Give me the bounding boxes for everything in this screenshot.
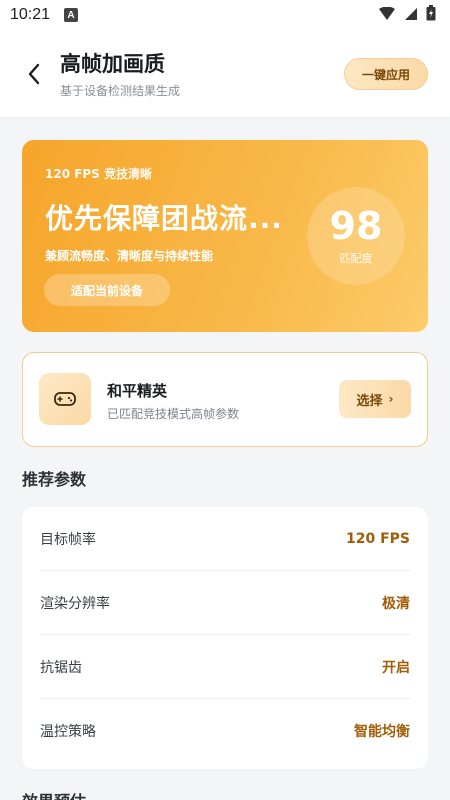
params-list: 目标帧率 120 FPS 渲染分辨率 极清 抗锯齿 开启 温控策略 智能均衡 <box>22 507 428 769</box>
match-score-badge: 98 匹配度 <box>307 187 405 285</box>
battery-icon <box>426 5 436 25</box>
wifi-icon <box>404 6 418 25</box>
back-button[interactable] <box>20 58 48 90</box>
one-click-apply-button[interactable]: 一键应用 <box>344 58 428 90</box>
param-row-antialiasing: 抗锯齿 开启 <box>40 635 410 699</box>
param-row-resolution: 渲染分辨率 极清 <box>40 571 410 635</box>
select-button-label: 选择 <box>356 393 383 409</box>
hero-tag: 120 FPS 竞技清晰 <box>45 167 153 181</box>
status-time: 10:21 <box>10 6 51 23</box>
chevron-left-icon <box>28 63 40 85</box>
gamepad-icon <box>39 373 91 425</box>
game-name: 和平精英 <box>107 382 168 400</box>
match-score-value: 98 <box>329 204 383 248</box>
param-key: 渲染分辨率 <box>40 595 110 612</box>
chevron-right-icon: › <box>388 392 394 406</box>
hero-card: 120 FPS 竞技清晰 优先保障团战流... 兼顾流畅度、清晰度与持续性能 适… <box>22 140 428 332</box>
param-value: 智能均衡 <box>354 724 410 740</box>
signal-icon <box>378 6 396 25</box>
notification-icon: A <box>64 8 79 22</box>
param-value: 120 FPS <box>345 530 410 547</box>
param-key: 目标帧率 <box>40 531 96 548</box>
effect-section-title: 效果预估 <box>22 788 86 800</box>
game-description: 已匹配竞技模式高帧参数 <box>107 407 240 421</box>
page-subtitle: 基于设备检测结果生成 <box>60 84 181 98</box>
select-game-button[interactable]: 选择 › <box>339 380 411 418</box>
param-value: 开启 <box>382 659 410 676</box>
hero-title: 优先保障团战流... <box>45 202 283 235</box>
match-score-label: 匹配度 <box>339 252 373 265</box>
page-header: 高帧加画质 基于设备检测结果生成 一键应用 <box>0 30 450 118</box>
hero-description: 兼顾流畅度、清晰度与持续性能 <box>45 249 214 263</box>
page-title: 高帧加画质 <box>60 52 165 76</box>
param-value: 极清 <box>382 595 410 612</box>
param-key: 温控策略 <box>40 724 96 740</box>
param-key: 抗锯齿 <box>40 659 82 676</box>
adapt-device-button[interactable]: 适配当前设备 <box>44 274 170 306</box>
game-selection-card: 和平精英 已匹配竞技模式高帧参数 选择 › <box>22 352 428 447</box>
status-bar: 10:21 A <box>0 0 450 30</box>
params-section-title: 推荐参数 <box>22 470 87 489</box>
param-row-thermal: 温控策略 智能均衡 <box>40 699 410 763</box>
param-row-target-fps: 目标帧率 120 FPS <box>40 507 410 571</box>
